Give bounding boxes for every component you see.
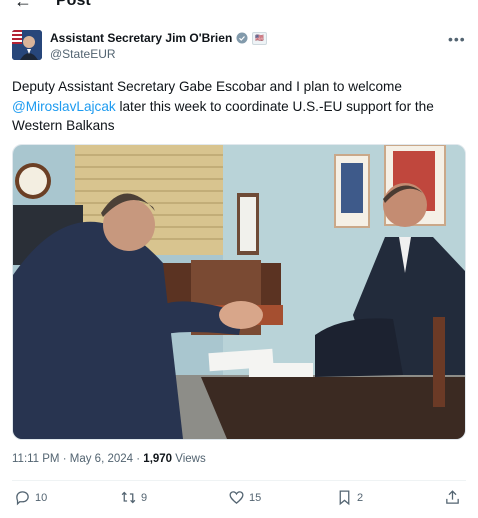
- page-title: Post: [56, 0, 91, 9]
- bookmark-icon: [339, 490, 350, 506]
- avatar[interactable]: [12, 30, 42, 60]
- post-time[interactable]: 11:11 PM: [12, 453, 60, 465]
- bookmark-button[interactable]: 2: [336, 489, 363, 506]
- tweet-text: Deputy Assistant Secretary Gabe Escobar …: [12, 77, 467, 136]
- mention-link[interactable]: @MiroslavLajcak: [12, 99, 116, 114]
- repost-button[interactable]: 9: [120, 489, 147, 506]
- meta-separator: ·: [133, 453, 144, 465]
- author-name-row: Assistant Secretary Jim O'Brien 🇺🇸: [50, 31, 268, 45]
- tweet-photo[interactable]: [12, 144, 466, 440]
- more-options-icon[interactable]: •••: [448, 31, 466, 47]
- repost-count: 9: [141, 491, 148, 504]
- verified-badge-icon: [236, 32, 248, 44]
- post-date[interactable]: May 6, 2024: [70, 453, 133, 465]
- divider: [12, 480, 466, 481]
- like-count: 15: [249, 491, 262, 504]
- meta-separator: ·: [59, 453, 70, 465]
- bookmark-count: 2: [357, 491, 364, 504]
- heart-icon: [229, 491, 244, 504]
- share-icon: [446, 490, 459, 504]
- views-count: 1,970: [143, 453, 173, 465]
- tweet-meta: 11:11 PM · May 6, 2024 · 1,970 Views: [12, 453, 206, 465]
- author-name[interactable]: Assistant Secretary Jim O'Brien: [50, 31, 232, 45]
- reply-icon: [16, 491, 29, 506]
- like-button[interactable]: 15: [228, 489, 261, 506]
- share-button[interactable]: [444, 489, 461, 506]
- repost-icon: [121, 491, 136, 504]
- views-label: Views: [172, 453, 206, 465]
- reply-count: 10: [35, 491, 48, 504]
- author-handle[interactable]: @StateEUR: [50, 47, 116, 61]
- tweet-text-part: Deputy Assistant Secretary Gabe Escobar …: [12, 79, 402, 94]
- back-arrow-icon[interactable]: ←: [14, 0, 32, 12]
- action-bar: 10 9 15 2: [14, 489, 466, 511]
- gov-affiliation-icon: 🇺🇸: [252, 31, 268, 45]
- top-bar: ← Post: [0, 0, 478, 14]
- reply-button[interactable]: 10: [14, 489, 47, 506]
